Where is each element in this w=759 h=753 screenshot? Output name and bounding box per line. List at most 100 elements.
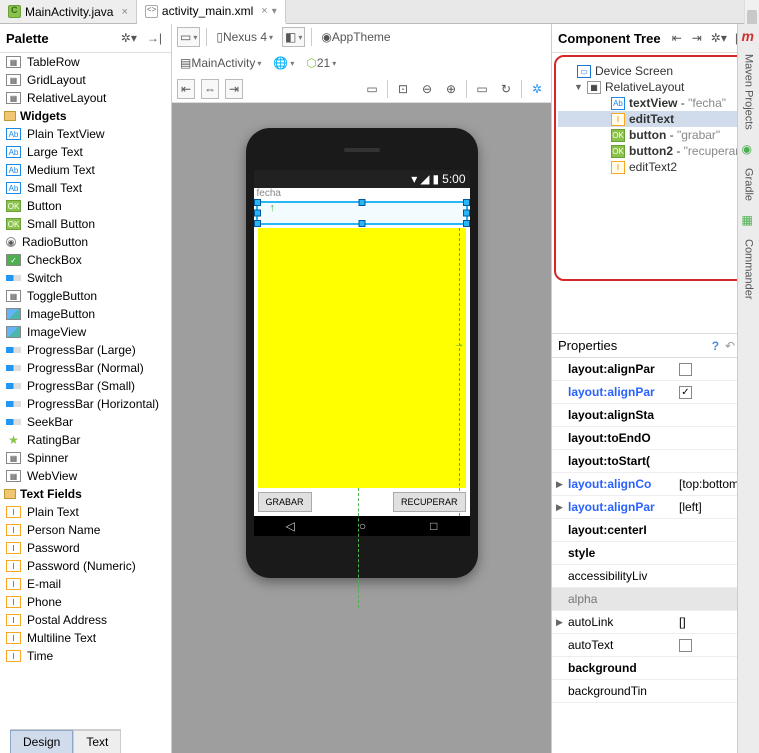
property-row[interactable]: backgroundTin: [552, 680, 759, 703]
expand-icon[interactable]: ▶: [556, 617, 566, 628]
device-orientation-button[interactable]: ▭▾: [177, 27, 200, 47]
expand-all-button[interactable]: ⇤: [668, 28, 686, 48]
palette-category[interactable]: Text Fields: [0, 485, 171, 503]
palette-item[interactable]: IPostal Address: [0, 611, 171, 629]
button-grabar[interactable]: GRABAR: [258, 492, 312, 512]
tree-node[interactable]: OKbutton2 - "recuperar": [558, 143, 753, 159]
palette-item[interactable]: ITime: [0, 647, 171, 665]
expand-icon[interactable]: ▼: [574, 82, 583, 92]
property-row[interactable]: style: [552, 542, 759, 565]
tree-node[interactable]: ▭Device Screen: [558, 63, 753, 79]
palette-item[interactable]: ▦Spinner: [0, 449, 171, 467]
resize-handle[interactable]: [254, 210, 261, 217]
palette-item[interactable]: ProgressBar (Small): [0, 377, 171, 395]
resize-handle[interactable]: [463, 210, 470, 217]
property-row[interactable]: background: [552, 657, 759, 680]
close-icon[interactable]: ×: [257, 5, 267, 17]
textview-fecha[interactable]: fecha: [257, 188, 281, 199]
palette-item[interactable]: ProgressBar (Normal): [0, 359, 171, 377]
tab-mainactivity-java[interactable]: MainActivity.java ×: [0, 0, 137, 23]
palette-item[interactable]: ProgressBar (Large): [0, 341, 171, 359]
checkbox-icon[interactable]: [679, 639, 692, 652]
zoom-out-button[interactable]: ⊖: [418, 79, 436, 99]
properties-list[interactable]: layout:alignParlayout:alignPar✓layout:al…: [552, 358, 759, 753]
designer-canvas[interactable]: ▾ ◢ ▮ 5:00 fecha ↑: [172, 103, 551, 753]
edittext2-yellow[interactable]: [258, 228, 466, 488]
property-value[interactable]: [left]: [679, 500, 702, 514]
palette-category[interactable]: Widgets: [0, 107, 171, 125]
device-select[interactable]: ▯ Nexus 4▾: [213, 27, 276, 47]
palette-item[interactable]: IMultiline Text: [0, 629, 171, 647]
expand-icon[interactable]: ▶: [556, 502, 566, 513]
align-center-button[interactable]: ⇔: [201, 79, 219, 99]
palette-item[interactable]: ▦ToggleButton: [0, 287, 171, 305]
palette-item[interactable]: OKButton: [0, 197, 171, 215]
palette-item[interactable]: OKSmall Button: [0, 215, 171, 233]
zoom-fit-button[interactable]: ⊡: [394, 79, 412, 99]
palette-item[interactable]: AbLarge Text: [0, 143, 171, 161]
tree-node[interactable]: AbtextView - "fecha": [558, 95, 753, 111]
locale-button[interactable]: 🌐▾: [270, 53, 297, 73]
app-preview-area[interactable]: fecha ↑ →: [254, 188, 470, 516]
collapse-all-button[interactable]: ⇥: [688, 28, 706, 48]
refresh-button[interactable]: ↻: [497, 79, 515, 99]
palette-item[interactable]: IPhone: [0, 593, 171, 611]
undo-icon[interactable]: ↶: [725, 339, 735, 353]
property-row[interactable]: layout:alignPar: [552, 358, 759, 381]
palette-item[interactable]: ✓CheckBox: [0, 251, 171, 269]
theme-select[interactable]: ◉ AppTheme: [318, 27, 393, 47]
zoom-in-button[interactable]: ⊕: [442, 79, 460, 99]
property-row[interactable]: ▶autoLink[]: [552, 611, 759, 634]
select-button[interactable]: ▭: [363, 79, 381, 99]
tree-node[interactable]: IeditText2: [558, 159, 753, 175]
palette-item[interactable]: ◉RadioButton: [0, 233, 171, 251]
resize-handle[interactable]: [358, 199, 365, 206]
palette-item[interactable]: ▦RelativeLayout: [0, 89, 171, 107]
palette-item[interactable]: IPerson Name: [0, 521, 171, 539]
config-button[interactable]: ◧▾: [282, 27, 305, 47]
property-row[interactable]: ▶layout:alignCo[top:bottom, rig...: [552, 473, 759, 496]
palette-item[interactable]: ImageView: [0, 323, 171, 341]
resize-handle[interactable]: [254, 199, 261, 206]
property-row[interactable]: accessibilityLiv: [552, 565, 759, 588]
button-recuperar[interactable]: RECUPERAR: [393, 492, 466, 512]
palette-item[interactable]: AbMedium Text: [0, 161, 171, 179]
tab-design[interactable]: Design: [10, 730, 73, 753]
commander-tab[interactable]: Commander: [743, 235, 755, 304]
property-value[interactable]: []: [679, 615, 686, 629]
palette-item[interactable]: AbSmall Text: [0, 179, 171, 197]
activity-select[interactable]: ▤ MainActivity▾: [177, 53, 264, 73]
device-screen[interactable]: ▾ ◢ ▮ 5:00 fecha ↑: [254, 170, 470, 536]
property-row[interactable]: alpha: [552, 588, 759, 611]
property-row[interactable]: layout:toEndO: [552, 427, 759, 450]
gradle-tab[interactable]: Gradle: [743, 164, 755, 205]
palette-item[interactable]: IE-mail: [0, 575, 171, 593]
palette-item[interactable]: ▦GridLayout: [0, 71, 171, 89]
align-left-button[interactable]: ⇤: [177, 79, 195, 99]
resize-handle[interactable]: [463, 199, 470, 206]
gear-icon[interactable]: ✲▾: [118, 28, 140, 48]
palette-item[interactable]: Switch: [0, 269, 171, 287]
settings-button[interactable]: ✲: [528, 79, 546, 99]
property-row[interactable]: layout:centerI: [552, 519, 759, 542]
property-row[interactable]: layout:alignPar✓: [552, 381, 759, 404]
palette-item[interactable]: IPassword (Numeric): [0, 557, 171, 575]
edittext-selected[interactable]: [256, 201, 468, 225]
palette-item[interactable]: ImageButton: [0, 305, 171, 323]
expand-icon[interactable]: ▶: [556, 479, 566, 490]
palette-item[interactable]: IPlain Text: [0, 503, 171, 521]
help-icon[interactable]: ?: [712, 339, 719, 353]
resize-handle[interactable]: [358, 220, 365, 227]
component-tree[interactable]: ▭Device Screen▼▦RelativeLayoutAbtextView…: [554, 55, 757, 281]
tree-node[interactable]: OKbutton - "grabar": [558, 127, 753, 143]
tab-activity-main-xml[interactable]: activity_main.xml × ▾: [137, 0, 286, 24]
palette-item[interactable]: AbPlain TextView: [0, 125, 171, 143]
property-row[interactable]: autoText: [552, 634, 759, 657]
property-row[interactable]: layout:toStart(: [552, 450, 759, 473]
tree-node[interactable]: ▼▦RelativeLayout: [558, 79, 753, 95]
align-right-button[interactable]: ⇥: [225, 79, 243, 99]
palette-item[interactable]: ★RatingBar: [0, 431, 171, 449]
pin-icon[interactable]: ▾: [272, 6, 277, 17]
toggle-button[interactable]: ▭: [473, 79, 491, 99]
palette-item[interactable]: SeekBar: [0, 413, 171, 431]
